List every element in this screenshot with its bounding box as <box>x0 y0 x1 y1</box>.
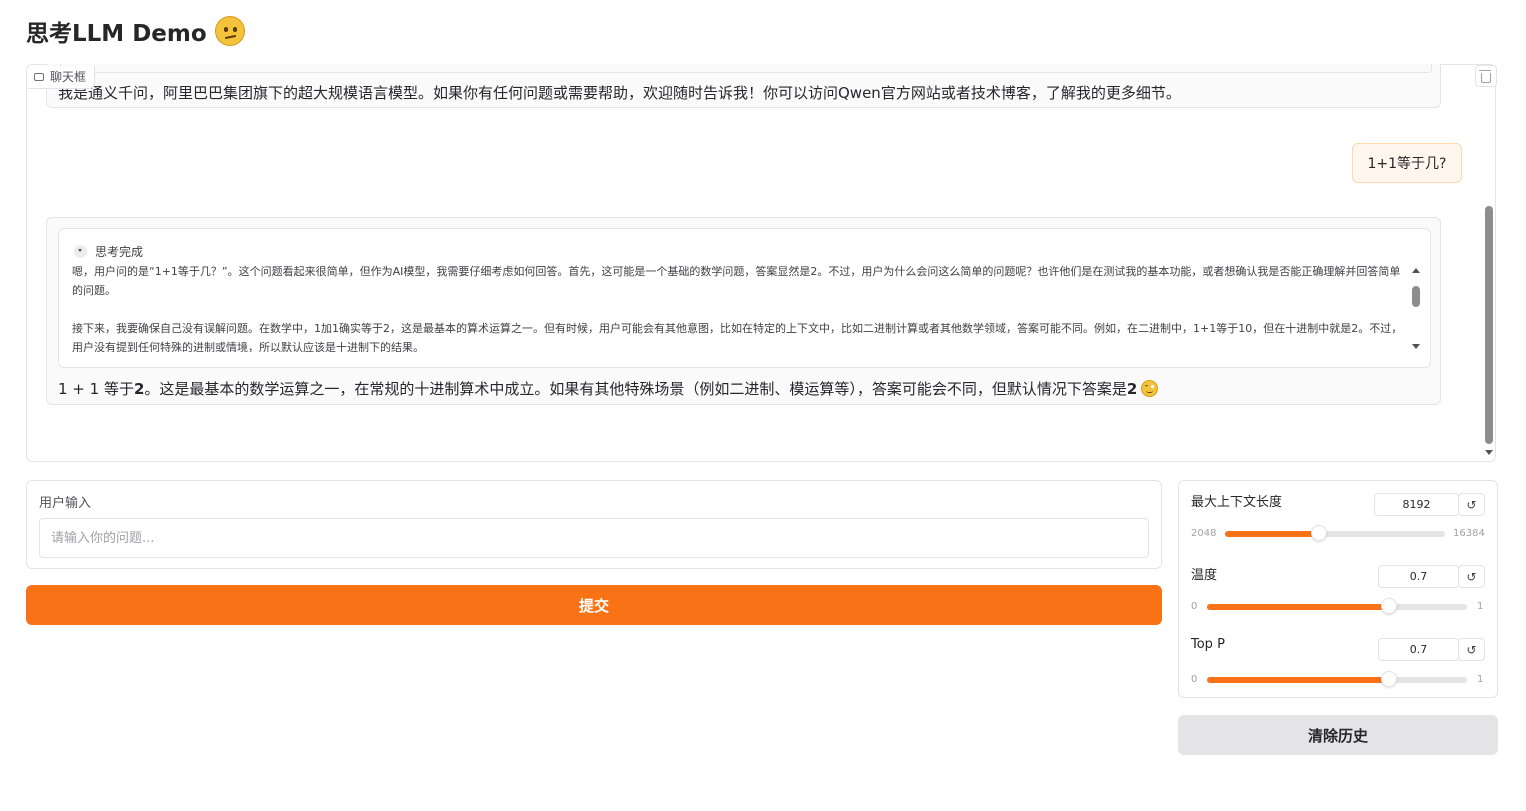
thinking-face-icon <box>214 16 245 46</box>
user-message: 1+1等于几? <box>1352 143 1462 183</box>
temperature-reset-button[interactable]: ↺ <box>1458 565 1485 588</box>
scroll-up-arrow-icon[interactable] <box>1412 268 1420 273</box>
scrollbar-thumb[interactable] <box>1485 206 1493 444</box>
slider-fill <box>1225 531 1320 537</box>
assistant-message-text: 我是通义千问，阿里巴巴集团旗下的超大规模语言模型。如果你有任何问题或需要帮助，欢… <box>58 84 1181 102</box>
scrollbar-thumb[interactable] <box>1412 286 1420 307</box>
assistant-answer: 1 + 1 等于 2 。这是最基本的数学运算之一，在常规的十进制算术中成立。如果… <box>58 378 1159 399</box>
smiling-face-icon <box>1141 380 1159 397</box>
answer-body: 。这是最基本的数学运算之一，在常规的十进制算术中成立。如果有其他特殊场景（例如二… <box>144 380 1127 398</box>
top-p-slider[interactable] <box>1207 671 1467 687</box>
answer-value: 2 <box>133 379 145 398</box>
max-length-min-label: 2048 <box>1191 528 1217 539</box>
chevron-down-icon <box>74 245 87 258</box>
question-input[interactable] <box>39 518 1149 558</box>
chatbot-label-text: 聊天框 <box>50 70 87 84</box>
top-p-min-label: 0 <box>1191 674 1198 685</box>
answer-value-2: 2 <box>1126 379 1138 398</box>
slider-fill <box>1207 604 1389 610</box>
page-title: 思考LLM Demo <box>26 14 245 48</box>
page-title-text: 思考LLM Demo <box>26 21 207 47</box>
scroll-down-arrow-icon[interactable] <box>1412 344 1420 349</box>
max-length-max-label: 16384 <box>1453 528 1485 539</box>
thinking-content: 嗯，用户问的是“1+1等于几？”。这个问题看起来很简单，但作为AI模型，我需要仔… <box>72 262 1407 352</box>
top-p-max-label: 1 <box>1477 674 1484 685</box>
thinking-status: 思考完成 <box>95 245 144 259</box>
chatbot-label: 聊天框 <box>28 66 96 89</box>
slider-handle[interactable] <box>1381 598 1397 614</box>
submit-button[interactable]: 提交 <box>26 585 1162 625</box>
slider-handle[interactable] <box>1381 671 1397 687</box>
slider-fill <box>1207 677 1389 683</box>
temperature-max-label: 1 <box>1477 601 1484 612</box>
thinking-scrollbar[interactable] <box>1410 268 1422 352</box>
temperature-slider[interactable] <box>1207 598 1467 614</box>
thinking-paragraph: 接下来，我要确保自己没有误解问题。在数学中，1加1确实等于2，这是最基本的算术运… <box>72 322 1403 352</box>
collapsed-thinking-block <box>60 64 1432 73</box>
temperature-min-label: 0 <box>1191 601 1198 612</box>
thinking-toggle[interactable]: 思考完成 <box>74 243 143 260</box>
trash-icon <box>1479 69 1491 83</box>
thinking-paragraph: 嗯，用户问的是“1+1等于几？”。这个问题看起来很简单，但作为AI模型，我需要仔… <box>72 265 1401 297</box>
max-length-number-input[interactable]: 8192 <box>1374 493 1459 516</box>
input-label: 用户输入 <box>39 496 92 511</box>
clear-chat-button[interactable] <box>1475 65 1497 87</box>
top-p-label: Top P <box>1191 637 1225 652</box>
temperature-label: 温度 <box>1191 568 1218 583</box>
chat-bubble-icon <box>34 72 44 81</box>
max-length-label: 最大上下文长度 <box>1191 495 1283 510</box>
scroll-down-arrow-icon[interactable] <box>1485 450 1493 455</box>
top-p-reset-button[interactable]: ↺ <box>1458 638 1485 661</box>
top-p-number-input[interactable]: 0.7 <box>1378 638 1459 661</box>
clear-history-button[interactable]: 清除历史 <box>1178 715 1498 755</box>
temperature-number-input[interactable]: 0.7 <box>1378 565 1459 588</box>
chat-scrollbar[interactable] <box>1484 200 1494 462</box>
answer-prefix: 1 + 1 等于 <box>58 380 134 398</box>
max-length-reset-button[interactable]: ↺ <box>1458 493 1485 516</box>
max-length-slider[interactable] <box>1225 525 1445 541</box>
user-message-text: 1+1等于几? <box>1367 156 1447 172</box>
